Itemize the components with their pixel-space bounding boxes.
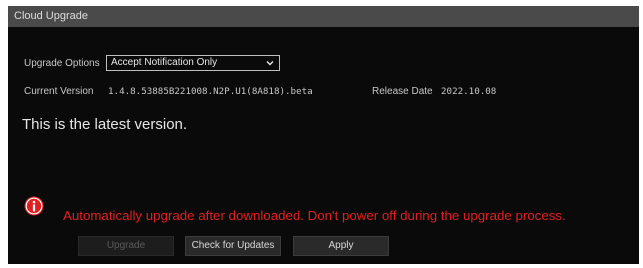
current-version-label: Current Version [24, 86, 94, 97]
info-circle-icon [24, 196, 44, 216]
upgrade-button[interactable]: Upgrade [78, 236, 174, 256]
release-date-label: Release Date [372, 86, 433, 97]
warning-message: Automatically upgrade after downloaded. … [63, 208, 566, 223]
panel-title: Cloud Upgrade [8, 6, 639, 27]
current-version-value: 1.4.8.53885B221008.N2P.U1(8A818).beta [108, 86, 313, 97]
upgrade-options-label: Upgrade Options [24, 58, 100, 69]
apply-button[interactable]: Apply [293, 236, 389, 256]
status-message: This is the latest version. [22, 116, 188, 133]
cloud-upgrade-panel: Cloud Upgrade Upgrade Options Accept Not… [8, 6, 639, 264]
upgrade-options-select[interactable]: Accept Notification Only [106, 55, 280, 71]
release-date-value: 2022.10.08 [441, 86, 497, 97]
upgrade-options-value: Accept Notification Only [111, 57, 218, 68]
check-for-updates-button[interactable]: Check for Updates [185, 236, 281, 256]
chevron-down-icon [266, 61, 274, 66]
